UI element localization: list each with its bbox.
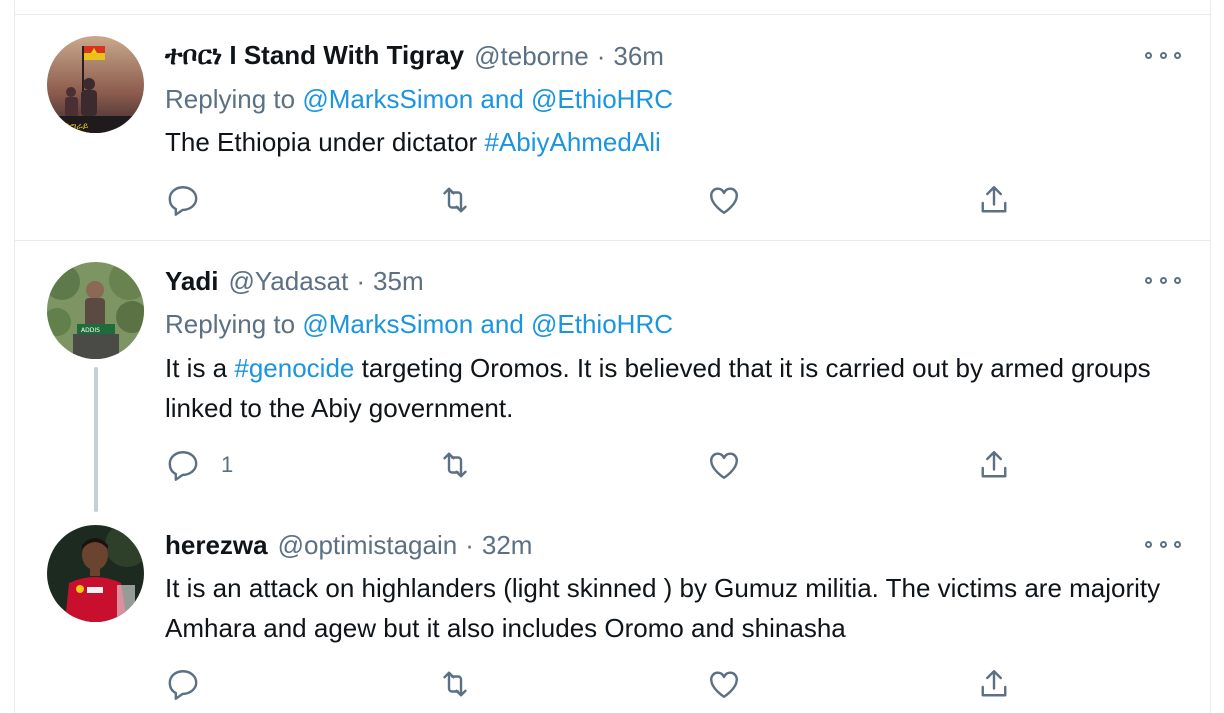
heart-icon	[710, 452, 738, 479]
like-button[interactable]	[706, 180, 742, 220]
replying-to-users[interactable]: @MarksSimon and @EthioHRC	[302, 309, 673, 339]
user-handle[interactable]: @optimistagain	[278, 530, 458, 561]
thread-line	[94, 367, 98, 512]
timestamp[interactable]: 36m	[613, 41, 664, 72]
tweet-text-body: The Ethiopia under dictator	[165, 127, 478, 157]
retweet-button[interactable]	[437, 180, 473, 220]
share-icon	[981, 186, 1007, 213]
display-name[interactable]: Yadi	[165, 266, 218, 297]
separator-dot: ·	[465, 529, 474, 560]
tweet-text: It is an attack on highlanders (light sk…	[165, 568, 1175, 648]
tweet-text-body: It is an attack on highlanders (light sk…	[165, 573, 1161, 643]
share-button[interactable]	[976, 180, 1012, 220]
share-icon	[981, 451, 1007, 478]
tweet-header: herezwa @optimistagain · 32m	[165, 529, 532, 561]
hashtag-link[interactable]: #AbiyAhmedAli	[484, 127, 660, 157]
reply-button[interactable]	[165, 664, 221, 704]
top-divider	[14, 14, 1211, 15]
retweet-icon	[443, 187, 467, 213]
display-name[interactable]: ተቦርነ I Stand With Tigray	[165, 40, 464, 72]
replying-to: Replying to @MarksSimon and @EthioHRC	[165, 84, 673, 115]
more-icon[interactable]	[1145, 270, 1181, 290]
more-icon[interactable]	[1145, 534, 1181, 554]
replying-to-users[interactable]: @MarksSimon and @EthioHRC	[302, 84, 673, 114]
tweet-header: ተቦርነ I Stand With Tigray @teborne · 36m	[165, 40, 664, 72]
retweet-button[interactable]	[437, 445, 473, 485]
user-handle[interactable]: @teborne	[474, 41, 589, 72]
timestamp[interactable]: 32m	[482, 530, 533, 561]
tweet-divider	[14, 240, 1211, 241]
display-name[interactable]: herezwa	[165, 530, 268, 561]
reply-count: 1	[221, 452, 234, 477]
tweet-header: Yadi @Yadasat · 35m	[165, 265, 424, 297]
separator-dot: ·	[356, 265, 366, 296]
svg-text:ADDIS: ADDIS	[81, 327, 100, 334]
share-icon	[981, 670, 1007, 697]
reply-icon	[168, 451, 198, 481]
heart-icon	[710, 187, 738, 214]
reply-icon	[168, 670, 198, 700]
share-button[interactable]	[976, 664, 1012, 704]
avatar-yadasat[interactable]: ADDIS	[47, 262, 144, 359]
reply-button[interactable]	[165, 180, 221, 220]
retweet-icon	[443, 671, 467, 697]
tweet-text: It is a #genocide targeting Oromos. It i…	[165, 348, 1175, 428]
like-button[interactable]	[706, 664, 742, 704]
separator-dot: ·	[596, 40, 606, 71]
heart-icon	[710, 671, 738, 698]
retweet-button[interactable]	[437, 664, 473, 704]
replying-to: Replying to @MarksSimon and @EthioHRC	[165, 309, 673, 340]
user-handle[interactable]: @Yadasat	[228, 266, 348, 297]
avatar-teborne[interactable]: ትግራይ	[47, 36, 144, 133]
hashtag-link[interactable]: #genocide	[234, 353, 354, 383]
share-button[interactable]	[976, 445, 1012, 485]
reply-icon	[168, 186, 198, 216]
avatar-optimistagain[interactable]	[47, 525, 144, 622]
like-button[interactable]	[706, 445, 742, 485]
tweet-text-body: It is a	[165, 353, 228, 383]
more-icon[interactable]	[1145, 45, 1181, 65]
replying-label: Replying to	[165, 309, 296, 339]
reply-button[interactable]: 1	[165, 445, 233, 485]
replying-label: Replying to	[165, 84, 296, 114]
timestamp[interactable]: 35m	[373, 266, 424, 297]
tweet-text: The Ethiopia under dictator #AbiyAhmedAl…	[165, 122, 1175, 162]
retweet-icon	[443, 452, 467, 478]
